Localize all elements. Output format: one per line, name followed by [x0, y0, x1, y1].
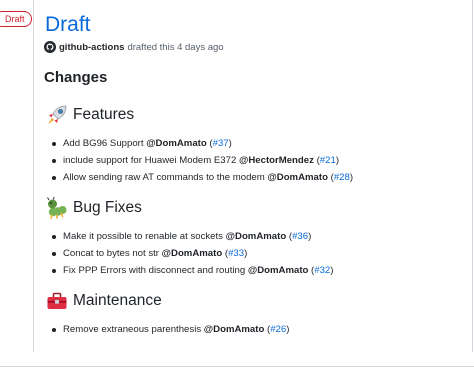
- changes-heading: Changes: [44, 69, 108, 86]
- card-border-bottom: [0, 366, 474, 367]
- section-bugfixes-title: Bug Fixes: [73, 199, 142, 216]
- bugfixes-list: Make it possible to renable at sockets @…: [52, 228, 333, 279]
- release-meta: github-actions drafted this 4 days ago: [44, 41, 224, 53]
- pr-link[interactable]: #21: [320, 155, 336, 166]
- mention-link[interactable]: @DomAmato: [204, 324, 265, 335]
- mention-link[interactable]: @HectorMendez: [239, 155, 314, 166]
- pr-link[interactable]: #36: [292, 231, 308, 242]
- mention-link[interactable]: @DomAmato: [146, 138, 207, 149]
- mention-link[interactable]: @DomAmato: [248, 265, 309, 276]
- section-maintenance-title: Maintenance: [73, 292, 162, 309]
- toolbox-icon: [46, 290, 68, 312]
- pr-link[interactable]: #33: [228, 248, 244, 259]
- mention-link[interactable]: @DomAmato: [226, 231, 287, 242]
- rocket-icon: [46, 104, 68, 126]
- timeline-divider: [33, 0, 34, 352]
- pr-link[interactable]: #28: [334, 172, 350, 183]
- pr-link[interactable]: #37: [213, 138, 229, 149]
- mention-link[interactable]: @DomAmato: [162, 248, 223, 259]
- pr-link[interactable]: #32: [314, 265, 330, 276]
- list-item: Allow sending raw AT commands to the mod…: [52, 169, 353, 186]
- list-item: Add BG96 Support @DomAmato (#37): [52, 135, 353, 152]
- draft-badge: Draft: [0, 11, 32, 27]
- section-bugfixes-heading: Bug Fixes: [46, 197, 142, 219]
- list-item: Make it possible to renable at sockets @…: [52, 228, 333, 245]
- card-border-right: [472, 0, 473, 352]
- list-item: Remove extraneous parenthesis @DomAmato …: [52, 321, 289, 338]
- release-author-link[interactable]: github-actions: [59, 42, 124, 53]
- maintenance-list: Remove extraneous parenthesis @DomAmato …: [52, 321, 289, 338]
- list-item: Fix PPP Errors with disconnect and routi…: [52, 262, 333, 279]
- bug-icon: [46, 197, 68, 219]
- mention-link[interactable]: @DomAmato: [267, 172, 328, 183]
- github-avatar-icon[interactable]: [44, 41, 56, 53]
- section-features-title: Features: [73, 106, 135, 123]
- release-title[interactable]: Draft: [45, 11, 91, 39]
- list-item: include support for Huawei Modem E372 @H…: [52, 152, 353, 169]
- section-maintenance-heading: Maintenance: [46, 290, 162, 312]
- pr-link[interactable]: #26: [270, 324, 286, 335]
- release-drafted-text: drafted this 4 days ago: [127, 41, 224, 53]
- features-list: Add BG96 Support @DomAmato (#37) include…: [52, 135, 353, 186]
- list-item: Concat to bytes not str @DomAmato (#33): [52, 245, 333, 262]
- section-features-heading: Features: [46, 104, 134, 126]
